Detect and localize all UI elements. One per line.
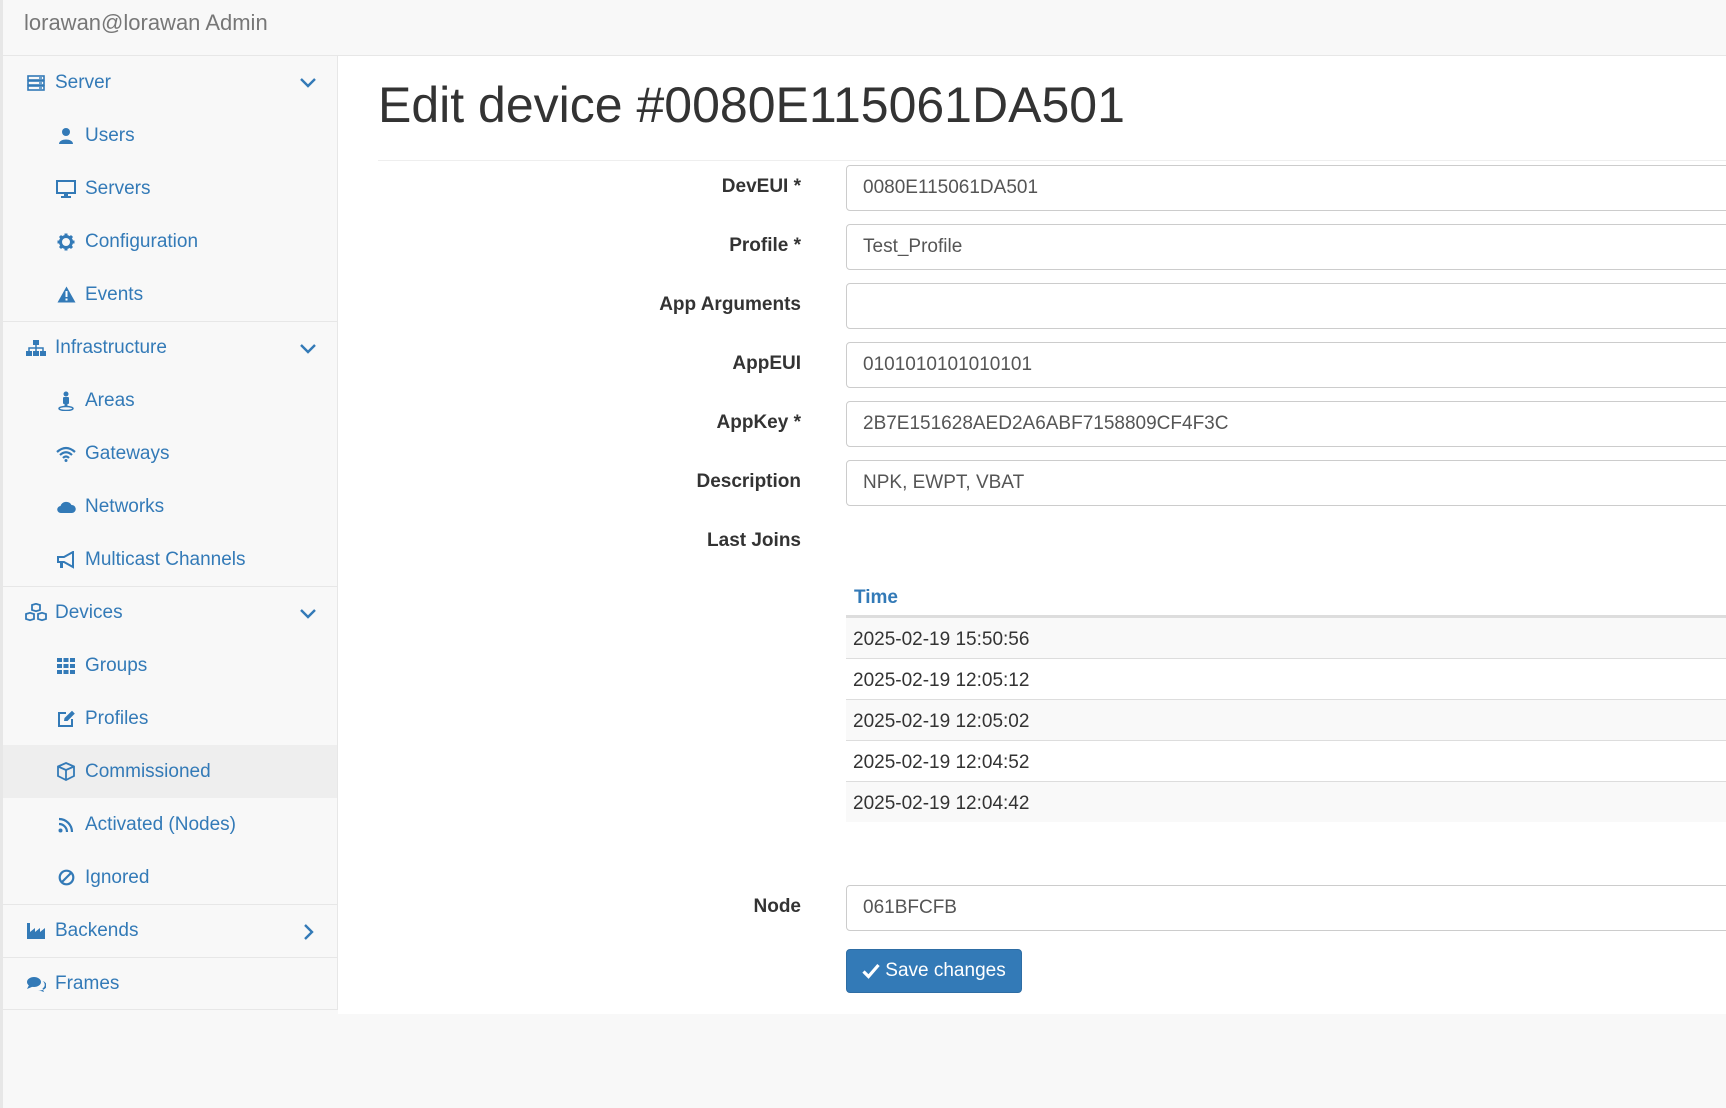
sidebar-item-profiles[interactable]: Profiles — [3, 692, 337, 745]
street-view-icon — [55, 390, 77, 412]
table-row: 2025-02-19 15:50:56 — [846, 617, 1726, 658]
cloud-icon — [55, 496, 77, 518]
sidebar-item-configuration[interactable]: Configuration — [3, 215, 337, 268]
node-label: Node — [753, 896, 802, 917]
server-icon — [25, 72, 47, 94]
sidebar-item-groups[interactable]: Groups — [3, 639, 337, 692]
sidebar-item-server[interactable]: Server — [3, 56, 337, 109]
sidebar-item-devices[interactable]: Devices — [3, 586, 337, 639]
profile-input[interactable] — [846, 224, 1726, 270]
desktop-icon — [55, 178, 77, 200]
gear-icon — [55, 231, 77, 253]
sidebar-item-activated-nodes[interactable]: Activated (Nodes) — [3, 798, 337, 851]
app-arguments-input[interactable] — [846, 283, 1726, 329]
sidebar-item-label: Ignored — [85, 866, 150, 888]
sidebar-item-label: Activated (Nodes) — [85, 813, 237, 835]
app-arguments-label: App Arguments — [659, 294, 801, 315]
title-divider — [378, 160, 1726, 161]
rss-icon — [55, 814, 77, 836]
chevron-down-icon[interactable] — [297, 72, 319, 94]
sidebar-item-multicast-channels[interactable]: Multicast Channels — [3, 533, 337, 586]
table-row: 2025-02-19 12:05:02 — [846, 699, 1726, 740]
sidebar-item-label: Gateways — [85, 442, 170, 464]
appeui-label: AppEUI — [732, 353, 801, 374]
edit-icon — [55, 708, 77, 730]
sidebar-item-gateways[interactable]: Gateways — [3, 427, 337, 480]
chevron-right-icon[interactable] — [297, 921, 319, 943]
appkey-label: AppKey * — [716, 412, 801, 433]
sidebar-item-label: Server — [55, 71, 111, 93]
sitemap-icon — [25, 337, 47, 359]
save-button-label: Save changes — [885, 960, 1006, 981]
sidebar-item-label: Commissioned — [85, 760, 211, 782]
sidebar-item-users[interactable]: Users — [3, 109, 337, 162]
sidebar-item-label: Configuration — [85, 230, 199, 252]
appkey-input[interactable] — [846, 401, 1726, 447]
sidebar-item-events[interactable]: Events — [3, 268, 337, 321]
ban-icon — [55, 867, 77, 889]
sidebar-item-label: Profiles — [85, 707, 149, 729]
brand-title[interactable]: lorawan@lorawan Admin — [24, 10, 268, 36]
appeui-input[interactable] — [846, 342, 1726, 388]
top-navbar: lorawan@lorawan Admin — [3, 0, 1726, 56]
description-input[interactable] — [846, 460, 1726, 506]
user-icon — [55, 125, 77, 147]
sidebar-item-frames[interactable]: Frames — [3, 957, 337, 1010]
sidebar-item-label: Areas — [85, 389, 135, 411]
table-row: 2025-02-19 12:04:52 — [846, 740, 1726, 781]
sidebar-item-label: Devices — [55, 602, 123, 623]
deveui-input[interactable] — [846, 165, 1726, 211]
page-title: Edit device #0080E115061DA501 — [378, 77, 1125, 133]
sidebar-item-backends[interactable]: Backends — [3, 904, 337, 957]
comments-icon — [25, 973, 47, 995]
sidebar-item-networks[interactable]: Networks — [3, 480, 337, 533]
table-row: 2025-02-19 12:05:12 — [846, 658, 1726, 699]
warning-icon — [55, 284, 77, 306]
joins-table-header: Time — [846, 579, 1726, 617]
sidebar: Server Users Servers Configuration Event… — [3, 56, 338, 1010]
main-content: Edit device #0080E115061DA501 DevEUI * P… — [338, 56, 1726, 1014]
sidebar-item-label: Servers — [85, 177, 151, 199]
wifi-icon — [55, 443, 77, 465]
time-column-header[interactable]: Time — [854, 587, 898, 609]
description-label: Description — [696, 471, 801, 492]
sidebar-item-infrastructure[interactable]: Infrastructure — [3, 321, 337, 374]
save-button[interactable]: Save changes — [846, 949, 1022, 993]
sidebar-item-ignored[interactable]: Ignored — [3, 851, 337, 904]
deveui-label: DevEUI * — [721, 176, 801, 197]
chevron-down-icon[interactable] — [297, 338, 319, 360]
table-row: 2025-02-19 12:04:42 — [846, 781, 1726, 822]
check-icon — [862, 963, 880, 979]
cubes-icon — [25, 602, 47, 624]
node-input[interactable] — [846, 885, 1726, 931]
grid-icon — [55, 655, 77, 677]
cube-icon — [55, 761, 77, 783]
sidebar-item-areas[interactable]: Areas — [3, 374, 337, 427]
sidebar-item-label: Multicast Channels — [85, 548, 246, 570]
sidebar-item-label: Networks — [85, 495, 165, 517]
sidebar-item-label: Infrastructure — [55, 337, 167, 358]
chevron-down-icon[interactable] — [297, 603, 319, 625]
profile-label: Profile * — [729, 235, 801, 256]
bullhorn-icon — [55, 549, 77, 571]
sidebar-item-label: Backends — [55, 920, 139, 941]
sidebar-item-label: Groups — [85, 654, 148, 676]
sidebar-item-label: Users — [85, 124, 135, 146]
sidebar-item-commissioned[interactable]: Commissioned — [3, 745, 337, 798]
sidebar-item-label: Frames — [55, 972, 120, 994]
last-joins-label: Last Joins — [707, 530, 801, 551]
sidebar-item-label: Events — [85, 283, 144, 305]
industry-icon — [25, 920, 47, 942]
sidebar-item-servers[interactable]: Servers — [3, 162, 337, 215]
